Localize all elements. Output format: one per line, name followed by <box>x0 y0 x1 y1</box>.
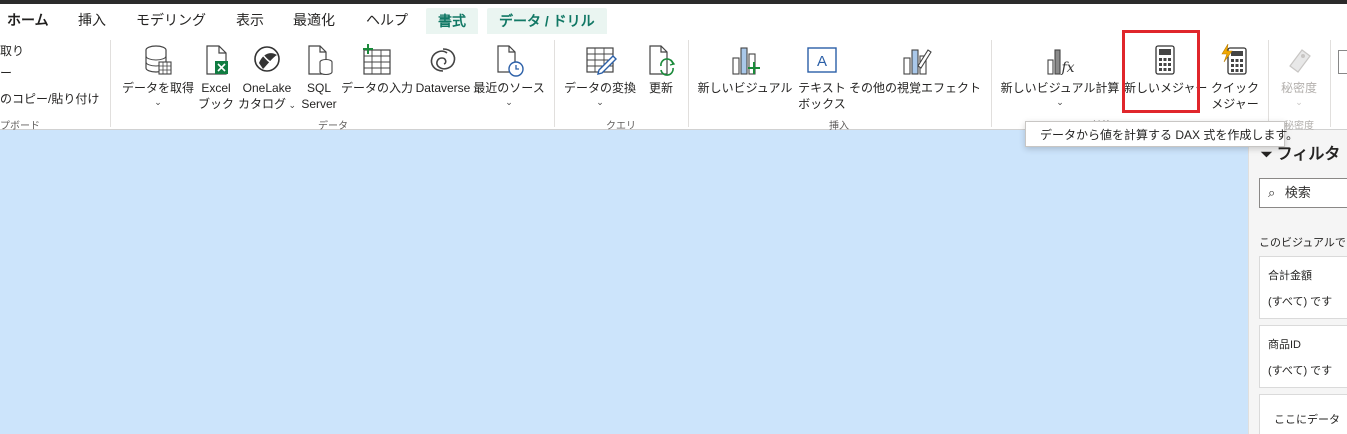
onelake-label-line2: カタログ ⌄ <box>236 97 298 113</box>
recent-sources-label: 最近のソース <box>473 81 545 95</box>
sql-server-button[interactable]: SQL Server <box>298 42 340 116</box>
onelake-label-text: カタログ <box>237 97 286 111</box>
dataverse-label: Dataverse <box>415 81 471 95</box>
enter-data-button[interactable]: データの入力 <box>339 42 415 116</box>
quick-measure-icon <box>1221 44 1247 75</box>
new-visual-label: 新しいビジュアル <box>697 81 793 95</box>
onelake-catalog-button[interactable]: OneLake カタログ ⌄ <box>236 42 298 116</box>
tab-data-drill[interactable]: データ / ドリル <box>487 8 607 34</box>
filter-card-field: 合計金額 <box>1268 270 1312 282</box>
tab-optimize[interactable]: 最適化 <box>293 9 335 31</box>
new-visual-button[interactable]: 新しいビジュアル <box>696 42 794 116</box>
filter-icon: ⏷ <box>1261 146 1273 162</box>
tab-format[interactable]: 書式 <box>426 8 478 34</box>
svg-text:A: A <box>817 53 827 70</box>
filter-pane-title: フィルタ <box>1276 146 1341 163</box>
group-divider <box>554 40 555 127</box>
group-divider <box>1330 40 1331 127</box>
database-icon <box>145 45 172 75</box>
refresh-label: 更新 <box>648 81 673 95</box>
filter-search-input[interactable]: ⌕ 検索 <box>1259 178 1347 208</box>
tab-home[interactable]: ホーム <box>7 9 49 31</box>
quick-measure-label-line2: メジャー <box>1211 97 1259 111</box>
cut-label: 取り <box>0 44 25 58</box>
transform-data-label: データの変換 <box>563 81 636 95</box>
new-visual-icon <box>732 47 760 75</box>
group-divider <box>688 40 689 127</box>
get-data-button[interactable]: データを取得 ⌄ <box>119 42 197 116</box>
refresh-icon <box>649 45 676 76</box>
transform-data-icon <box>586 47 617 75</box>
refresh-button[interactable]: 更新 <box>640 42 682 116</box>
chevron-down-icon: ⌄ <box>596 97 604 107</box>
more-visuals-label: その他の視覚エフェクト <box>848 81 981 95</box>
group-divider <box>991 40 992 127</box>
svg-text:fx: fx <box>1060 60 1074 76</box>
recent-sources-button[interactable]: 最近のソース ⌄ <box>471 42 547 116</box>
filter-card[interactable]: 商品ID (すべて) です <box>1259 325 1347 388</box>
group-divider <box>110 40 111 127</box>
filter-drop-zone[interactable]: ここにデータ <box>1259 394 1347 434</box>
cut-button[interactable]: 取り <box>0 44 24 59</box>
quick-measure-label-line1: クイック <box>1210 81 1259 95</box>
text-box-icon: A <box>807 47 837 73</box>
chevron-down-icon: ⌄ <box>285 100 297 110</box>
search-icon: ⌕ <box>1268 185 1276 200</box>
text-box-label-line2: ボックス <box>798 97 846 111</box>
onelake-label-line1: OneLake <box>242 81 292 95</box>
quick-measure-button[interactable]: クイック メジャー <box>1208 42 1262 116</box>
excel-workbook-button[interactable]: Excel ブック <box>195 42 237 116</box>
filter-card-field: 商品ID <box>1268 339 1301 351</box>
tab-insert[interactable]: 挿入 <box>78 9 106 31</box>
dataverse-icon <box>430 48 456 72</box>
copy-button[interactable]: ー <box>0 66 12 81</box>
table-add-icon <box>363 44 391 75</box>
group-divider <box>1268 40 1269 127</box>
text-box-button[interactable]: A テキスト ボックス <box>795 42 849 116</box>
filter-card-value: (すべて) です <box>1268 296 1333 308</box>
new-measure-tooltip: データから値を計算する DAX 式を作成します。 <box>1025 121 1298 147</box>
transform-data-button[interactable]: データの変換 ⌄ <box>562 42 638 116</box>
text-box-label-line1: テキスト <box>798 81 846 95</box>
tab-help[interactable]: ヘルプ <box>366 9 408 31</box>
chevron-down-icon: ⌄ <box>154 97 162 107</box>
excel-label-line1: Excel <box>201 81 231 95</box>
format-painter-button[interactable]: のコピー/貼り付け <box>0 92 99 107</box>
sensitivity-button[interactable]: 秘密度 ⌄ <box>1274 42 1324 116</box>
chevron-down-icon: ⌄ <box>505 97 513 107</box>
filter-pane: ⏷ フィルタ ⌕ 検索 このビジュアルで 合計金額 (すべて) です 商品ID … <box>1248 130 1347 434</box>
chevron-down-icon: ⌄ <box>1295 97 1303 107</box>
filter-section-heading: このビジュアルで <box>1259 237 1346 249</box>
sql-label-line2: Server <box>301 97 337 111</box>
filter-search-placeholder: 検索 <box>1284 185 1311 200</box>
visual-calculation-icon: fx <box>1047 49 1075 76</box>
highlight-box <box>1122 30 1200 113</box>
tab-view[interactable]: 表示 <box>236 9 264 31</box>
more-visuals-icon <box>903 49 932 75</box>
report-canvas[interactable] <box>0 130 1248 434</box>
chevron-down-icon: ⌄ <box>1056 97 1064 107</box>
excel-label-line2: ブック <box>197 97 234 111</box>
new-visual-calculation-button[interactable]: fx 新しいビジュアル計算 ⌄ <box>999 42 1121 116</box>
more-visuals-button[interactable]: その他の視覚エフェクト <box>848 42 982 116</box>
filter-card-value: (すべて) です <box>1268 365 1333 377</box>
copy-label: ー <box>0 66 13 80</box>
sql-label-line1: SQL <box>306 81 331 95</box>
new-visual-calculation-label: 新しいビジュアル計算 <box>1000 81 1120 95</box>
format-painter-label: のコピー/貼り付け <box>0 92 100 106</box>
sensitivity-icon <box>1289 49 1311 73</box>
onelake-icon <box>254 46 280 72</box>
sensitivity-label: 秘密度 <box>1280 81 1317 95</box>
sql-server-icon <box>308 45 333 76</box>
excel-icon <box>206 45 228 75</box>
enter-data-label: データの入力 <box>340 81 413 95</box>
filter-drop-hint: ここにデータ <box>1274 414 1340 426</box>
get-data-label: データを取得 <box>121 81 194 95</box>
filter-card[interactable]: 合計金額 (すべて) です <box>1259 256 1347 319</box>
recent-sources-icon <box>497 45 524 77</box>
dataverse-button[interactable]: Dataverse <box>414 42 472 116</box>
cut-off-icon <box>1338 50 1347 74</box>
tab-modeling[interactable]: モデリング <box>136 9 206 31</box>
